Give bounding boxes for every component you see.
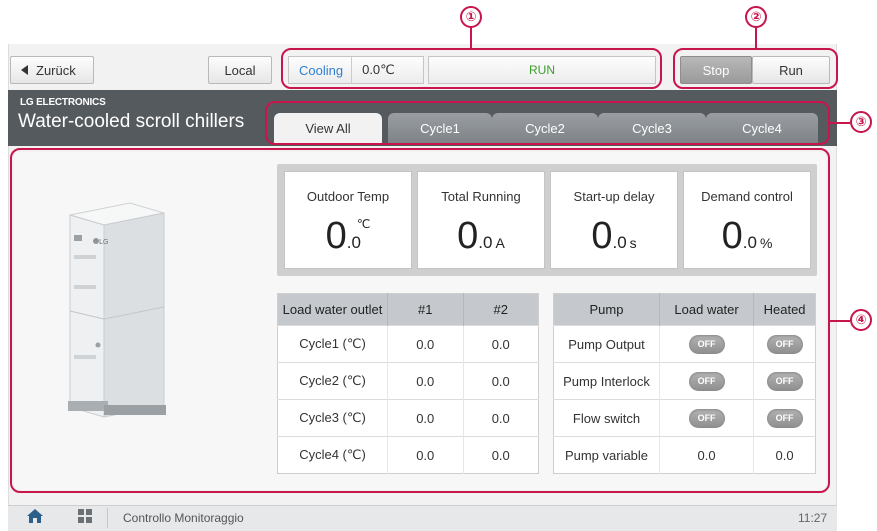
callout-leader-1 <box>470 27 472 48</box>
bottom-bar-title: Controllo Monitoraggio <box>123 511 244 525</box>
page-title: Water-cooled scroll chillers <box>18 111 245 132</box>
bottom-divider <box>107 508 108 528</box>
callout-frame-2 <box>673 48 838 89</box>
callout-badge-1: ① <box>460 6 482 28</box>
callout-badge-2: ② <box>745 6 767 28</box>
brand-label: LG ELECTRONICS <box>20 97 106 108</box>
apps-grid-icon[interactable] <box>78 509 92 523</box>
callout-leader-4 <box>830 320 850 322</box>
clock: 11:27 <box>798 511 828 525</box>
back-button-label: Zurück <box>36 62 76 78</box>
back-button[interactable]: Zurück <box>10 56 94 84</box>
local-button[interactable]: Local <box>208 56 272 84</box>
callout-leader-2 <box>755 27 757 48</box>
callout-badge-4: ④ <box>850 309 872 331</box>
home-icon[interactable] <box>26 508 44 524</box>
local-button-label: Local <box>224 62 256 78</box>
back-arrow-icon <box>21 65 28 75</box>
callout-frame-3 <box>265 101 830 145</box>
callout-leader-3 <box>830 122 850 124</box>
callout-badge-3: ③ <box>850 111 872 133</box>
callout-frame-4 <box>10 148 830 493</box>
callout-frame-1 <box>281 48 662 89</box>
